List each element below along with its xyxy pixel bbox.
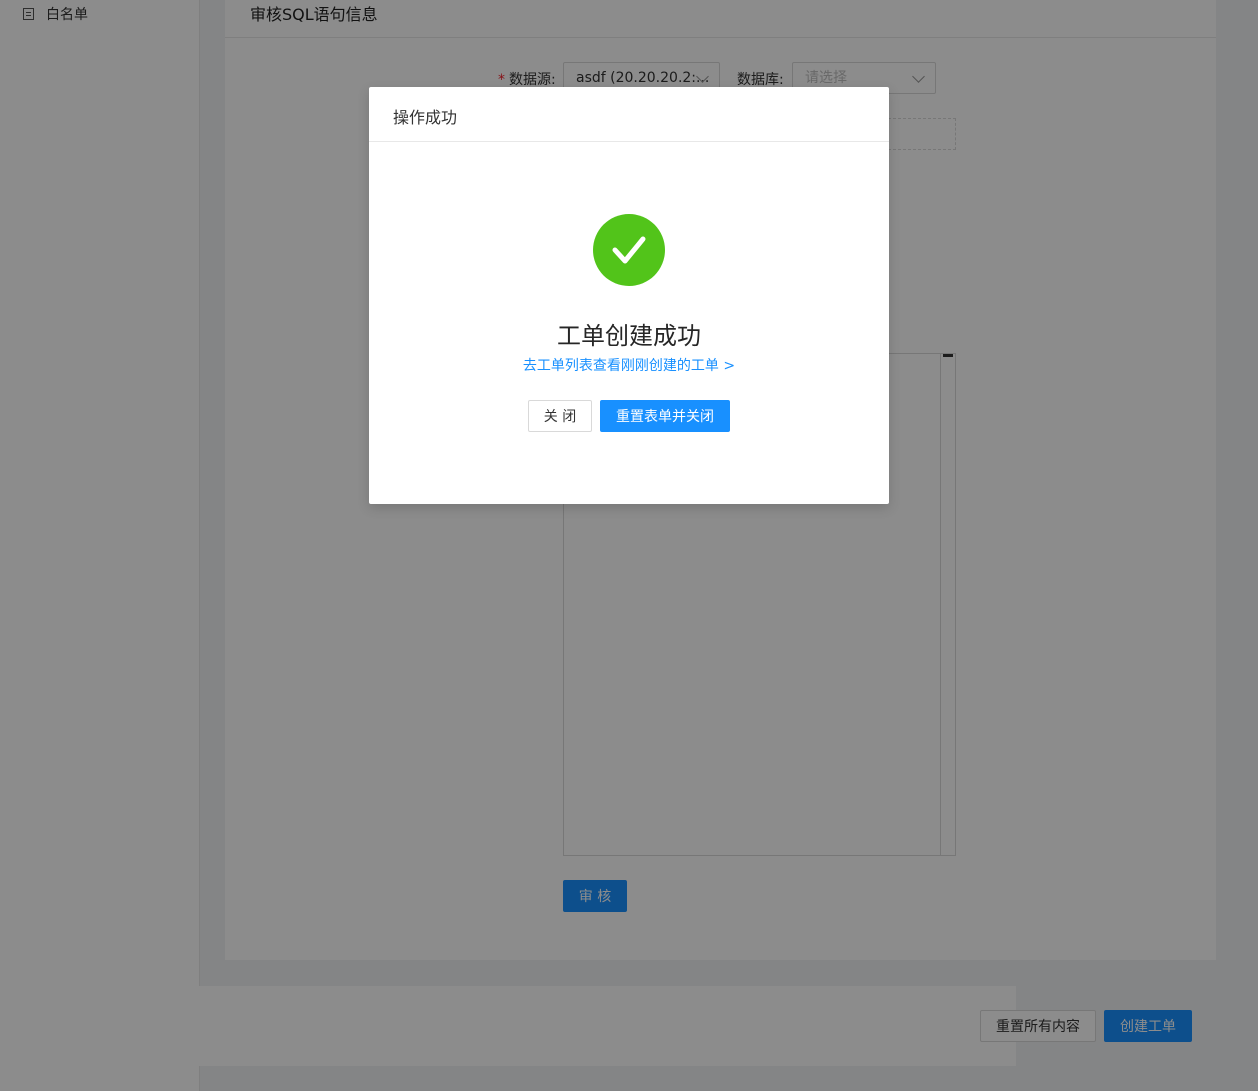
- reset-and-close-button[interactable]: 重置表单并关闭: [600, 400, 730, 432]
- modal-header: 操作成功: [369, 87, 889, 142]
- close-button[interactable]: 关 闭: [528, 400, 592, 432]
- check-circle-icon: [593, 214, 665, 286]
- result-title: 工单创建成功: [557, 322, 701, 350]
- success-modal: 操作成功 工单创建成功 去工单列表查看刚刚创建的工单 > 关 闭 重置表单并关闭: [369, 87, 889, 504]
- modal-title: 操作成功: [393, 108, 458, 127]
- ticket-list-link[interactable]: 去工单列表查看刚刚创建的工单 >: [369, 355, 889, 375]
